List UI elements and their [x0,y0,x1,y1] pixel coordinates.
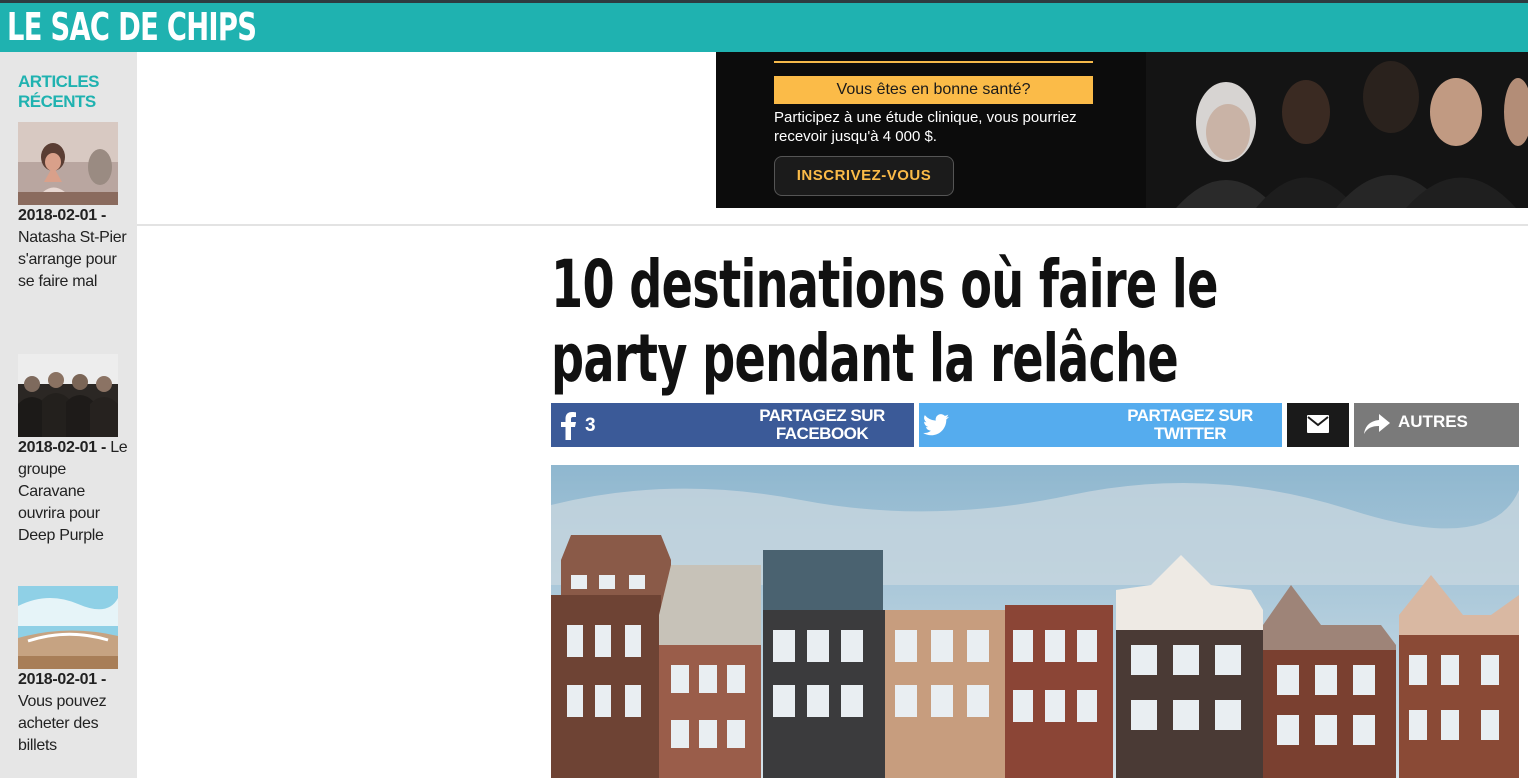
sidebar-heading: ARTICLES RÉCENTS [18,72,100,111]
share-twitter-button[interactable]: PARTAGEZ SUR TWITTER [919,403,1282,447]
site-header: LE SAC DE CHIPS [0,3,1528,52]
ad-signup-button[interactable]: INSCRIVEZ-VOUS [774,156,954,196]
recent-article-title[interactable]: Vous pouvez acheter des billets [18,693,107,754]
recent-article-title[interactable]: Natasha St-Pier s'arrange pour se faire … [18,229,127,290]
article-title: 10 destinations où faire le party pendan… [551,246,1218,397]
recent-article-thumbnail[interactable] [18,586,118,669]
recent-articles-sidebar: ARTICLES RÉCENTS 2018-02-01 - Natasha St… [0,52,137,778]
article-hero-image [551,465,1519,778]
share-more-label: AUTRES [1398,412,1468,431]
recent-article-date: 2018-02-01 - [18,671,107,688]
recent-article-thumbnail[interactable] [18,354,118,437]
facebook-share-count: 3 [585,415,596,436]
ad-divider [774,61,1093,63]
share-facebook-button[interactable]: 3 PARTAGEZ SUR FACEBOOK [551,403,914,447]
advertisement-banner[interactable]: Vous êtes en bonne santé? Participez à u… [716,52,1528,208]
facebook-share-label: PARTAGEZ SUR FACEBOOK [759,406,885,443]
share-arrow-icon [1364,414,1390,434]
twitter-share-label: PARTAGEZ SUR TWITTER [1127,406,1253,443]
recent-article-date: 2018-02-01 - [18,207,107,224]
site-logo-link[interactable]: LE SAC DE CHIPS [7,5,257,49]
ad-separator-line [137,224,1528,226]
recent-article-date: 2018-02-01 - [18,439,107,456]
recent-article-thumbnail[interactable] [18,122,118,205]
recent-article-item[interactable]: 2018-02-01 - Le groupe Caravane ouvrira … [18,354,128,547]
ad-body-text: Participez à une étude clinique, vous po… [774,109,1077,145]
recent-article-item[interactable]: 2018-02-01 - Vous pouvez acheter des bil… [18,586,128,757]
ad-headline: Vous êtes en bonne santé? [774,76,1093,104]
mail-icon [1307,415,1329,433]
share-email-button[interactable] [1287,403,1349,447]
recent-article-item[interactable]: 2018-02-01 - Natasha St-Pier s'arrange p… [18,122,128,293]
facebook-icon [561,412,576,440]
share-more-button[interactable]: AUTRES [1354,403,1519,447]
ad-people-image [1146,52,1528,208]
twitter-icon [923,414,949,436]
